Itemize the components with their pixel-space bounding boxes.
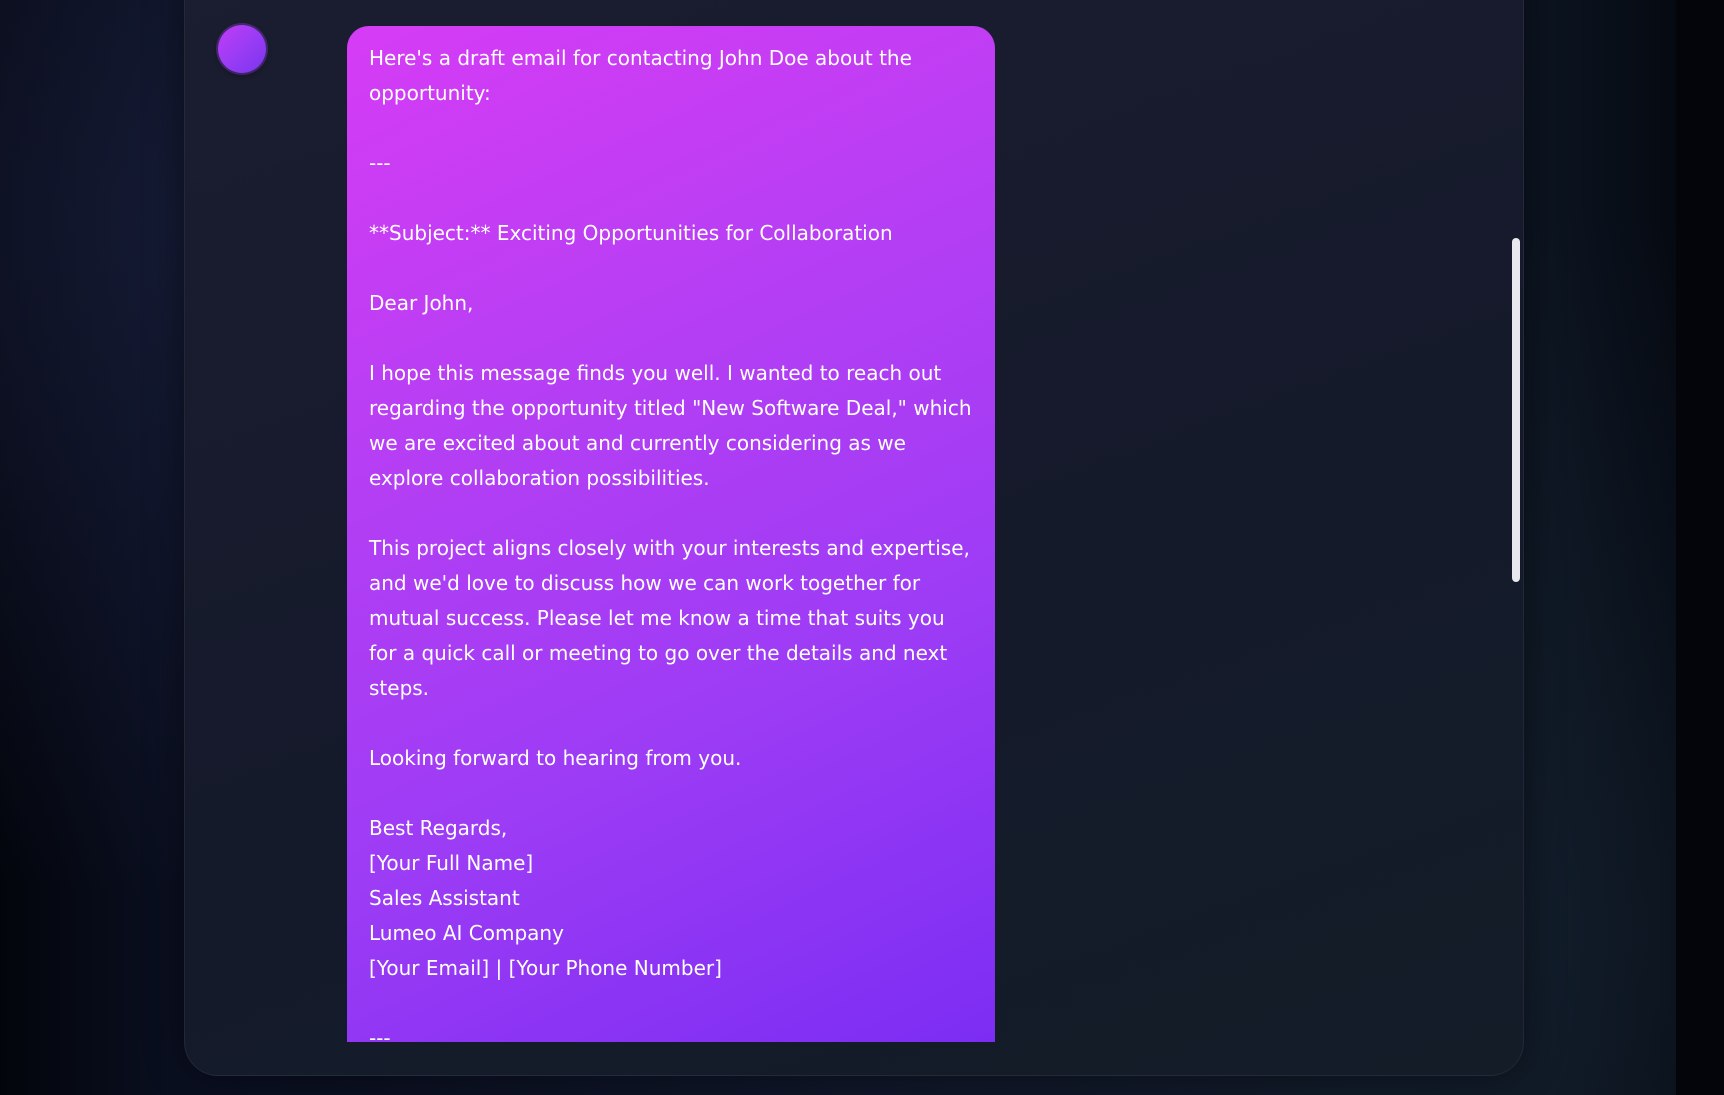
chat-panel: Here's a draft email for contacting John…: [184, 0, 1524, 1076]
chat-scrollbar-thumb[interactable]: [1512, 238, 1520, 582]
assistant-message-text: Here's a draft email for contacting John…: [369, 46, 972, 1042]
assistant-message-bubble: Here's a draft email for contacting John…: [347, 26, 995, 1042]
window-edge: [1676, 0, 1724, 1095]
chat-scrollbar[interactable]: [1510, 0, 1522, 1075]
assistant-avatar-icon: [218, 25, 266, 73]
